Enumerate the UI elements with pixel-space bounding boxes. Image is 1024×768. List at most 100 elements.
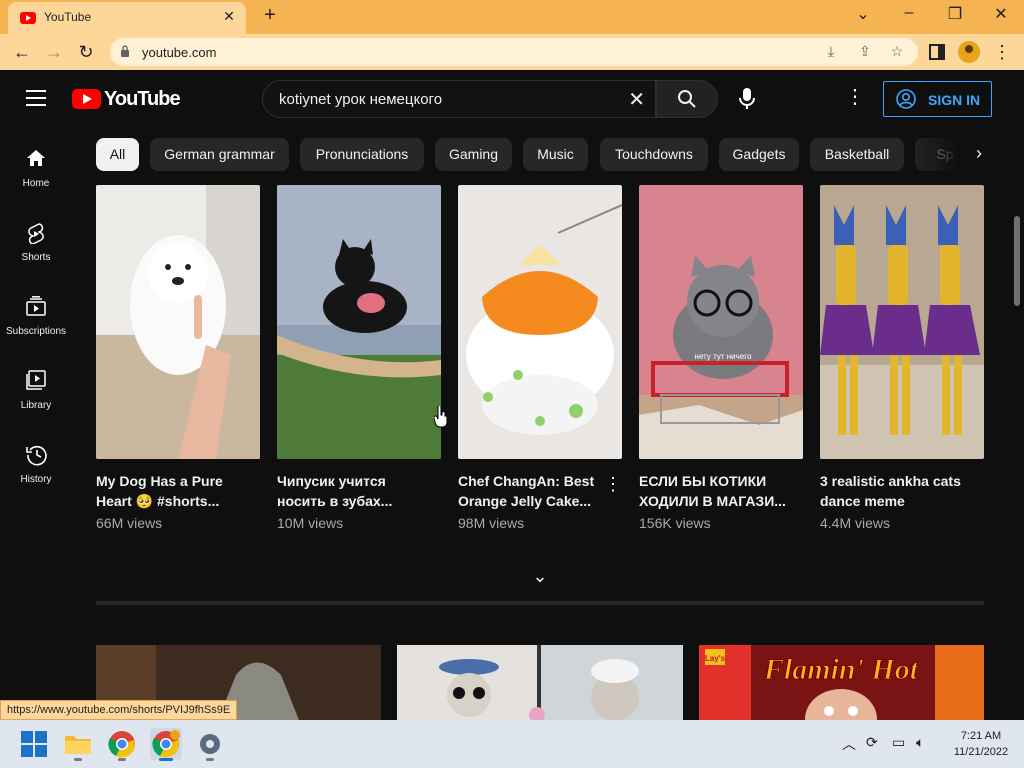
flamin-hot-text: Flamin' Hot <box>763 653 920 686</box>
restore-window-icon[interactable]: ❐ <box>940 4 970 24</box>
sync-status-icon[interactable]: ⟳ <box>866 734 878 751</box>
taskbar-settings[interactable] <box>194 728 226 761</box>
youtube-favicon-icon <box>20 12 36 24</box>
filter-chip-bar: All German grammar Pronunciations Gaming… <box>96 138 996 172</box>
sidebar-item-label: Home <box>22 178 50 189</box>
search-input[interactable]: kotiynet урок немецкого ✕ <box>262 80 656 118</box>
install-app-icon[interactable]: ⤓ <box>822 43 840 61</box>
taskbar-file-explorer[interactable] <box>62 728 94 761</box>
reload-icon[interactable]: ↻ <box>74 40 98 64</box>
shorts-icon <box>28 223 44 244</box>
close-window-icon[interactable]: ✕ <box>986 4 1016 24</box>
short-thumbnail[interactable] <box>96 185 260 459</box>
clock-time: 7:21 AM <box>960 730 1002 742</box>
forward-arrow-icon[interactable]: → <box>42 40 66 64</box>
folder-icon <box>65 736 91 754</box>
taskbar-clock[interactable]: 7:21 AM 11/21/2022 <box>946 728 1016 760</box>
tab-title: YouTube <box>44 10 92 24</box>
sidebar-item-history[interactable]: History <box>0 434 72 504</box>
sidebar-item-label: Library <box>20 400 52 411</box>
short-title[interactable]: 3 realistic ankha cats dance meme <box>820 471 970 511</box>
short-thumbnail[interactable] <box>277 185 441 459</box>
short-item-ankha[interactable]: 3 realistic ankha cats dance meme 4.4M v… <box>820 185 984 531</box>
taskbar-chrome-1[interactable] <box>106 728 138 761</box>
taskbar-chrome-2-active[interactable] <box>150 728 182 761</box>
clear-search-icon[interactable]: ✕ <box>628 87 645 112</box>
page-scrollbar[interactable] <box>1008 126 1024 720</box>
short-item-jelly-cake[interactable]: Chef ChangAn: Best Orange Jelly Cake... … <box>458 185 622 531</box>
browser-tab-youtube[interactable]: YouTube ✕ <box>8 2 246 34</box>
short-title[interactable]: Chef ChangAn: Best Orange Jelly Cake... <box>458 471 608 511</box>
short-views: 98M views <box>458 515 525 531</box>
share-icon[interactable]: ⇪ <box>856 43 874 61</box>
browser-menu-icon[interactable]: ⋮ <box>990 40 1014 64</box>
account-circle-icon <box>896 89 916 109</box>
mini-guide-sidebar: Home Shorts Subscriptions Library Histor… <box>0 126 72 726</box>
short-thumbnail[interactable] <box>820 185 984 459</box>
chip-all[interactable]: All <box>96 138 139 171</box>
chip-pronunciations[interactable]: Pronunciations <box>300 138 424 171</box>
short-item-kitten[interactable]: Чипусик учится носить в зубах... 10M vie… <box>277 185 441 531</box>
subscriptions-icon <box>26 296 46 316</box>
chip-touchdowns[interactable]: Touchdowns <box>600 138 708 171</box>
chrome-icon <box>108 731 135 758</box>
scrollbar-thumb[interactable] <box>1014 216 1020 306</box>
sidebar-item-label: Subscriptions <box>5 326 67 337</box>
hamburger-menu-icon[interactable] <box>26 90 46 106</box>
settings-gear-icon <box>200 734 220 754</box>
sidebar-item-subscriptions[interactable]: Subscriptions <box>0 286 72 356</box>
sidebar-item-library[interactable]: Library <box>0 360 72 430</box>
short-thumbnail[interactable]: нету тут ничего <box>639 185 803 459</box>
video-thumbnail-2[interactable] <box>397 645 683 725</box>
sidebar-item-home[interactable]: Home <box>0 138 72 208</box>
chip-music[interactable]: Music <box>523 138 588 171</box>
short-more-actions-icon[interactable]: ⋮ <box>604 474 622 495</box>
chip-german-grammar[interactable]: German grammar <box>150 138 289 171</box>
browser-tab-strip: YouTube ✕ + ⌄ – ❐ ✕ <box>0 0 1024 34</box>
chevron-right-icon[interactable]: › <box>966 143 992 169</box>
running-indicator <box>74 758 82 761</box>
sign-in-button[interactable]: SIGN IN <box>883 81 992 117</box>
close-tab-icon[interactable]: ✕ <box>220 8 238 25</box>
profile-avatar-icon[interactable] <box>958 41 980 63</box>
short-views: 66M views <box>96 515 163 531</box>
search-button[interactable] <box>656 80 718 118</box>
short-thumbnail[interactable] <box>458 185 622 459</box>
video-thumbnail-image <box>397 645 683 725</box>
short-title[interactable]: ЕСЛИ БЫ КОТИКИ ХОДИЛИ В МАГАЗИ... <box>639 471 789 511</box>
link-status-bubble: https://www.youtube.com/shorts/PVIJ9fhSs… <box>0 700 238 720</box>
logo-wordmark: YouTube <box>104 88 181 110</box>
expand-shorts-chevron-icon[interactable]: ⌄ <box>528 566 552 590</box>
chip-gadgets[interactable]: Gadgets <box>719 138 799 171</box>
short-item-dog[interactable]: My Dog Has a Pure Heart 🥺 #shorts... 66M… <box>96 185 260 531</box>
short-item-cat-shopping[interactable]: нету тут ничего ЕСЛИ БЫ КОТИКИ ХОДИЛИ В … <box>639 185 803 531</box>
voice-search-button[interactable] <box>730 82 764 116</box>
sidebar-item-shorts[interactable]: Shorts <box>0 212 72 282</box>
show-hidden-icons-chevron-icon[interactable]: ︿ <box>842 734 856 754</box>
address-bar[interactable]: youtube.com ⤓ ⇪ ☆ <box>110 38 918 66</box>
section-divider <box>96 601 984 605</box>
start-button[interactable] <box>18 728 50 760</box>
short-title[interactable]: Чипусик учится носить в зубах... <box>277 471 427 511</box>
hand-cursor-icon <box>434 406 448 428</box>
minimize-window-icon[interactable]: – <box>894 4 924 22</box>
volume-icon[interactable]: 🔈︎ <box>916 734 924 751</box>
chip-gaming[interactable]: Gaming <box>435 138 512 171</box>
tab-search-chevron-icon[interactable]: ⌄ <box>848 4 878 24</box>
lock-icon <box>121 45 129 57</box>
new-tab-button[interactable]: + <box>258 4 282 27</box>
network-display-icon[interactable]: ▭ <box>892 734 905 751</box>
short-views: 156K views <box>639 515 711 531</box>
library-icon <box>26 370 46 390</box>
windows-logo-icon <box>21 731 47 757</box>
video-thumbnail-3[interactable]: Lay's Flamin' Hot <box>699 645 984 725</box>
bookmark-star-icon[interactable]: ☆ <box>888 43 906 61</box>
youtube-logo[interactable]: YouTube <box>72 88 181 110</box>
chip-basketball[interactable]: Basketball <box>810 138 904 171</box>
short-title[interactable]: My Dog Has a Pure Heart 🥺 #shorts... <box>96 471 246 511</box>
back-arrow-icon[interactable]: ← <box>10 40 34 64</box>
youtube-masthead: YouTube kotiynet урок немецкого ✕ ⋮ SIGN… <box>0 70 1024 126</box>
side-panel-icon[interactable] <box>929 44 945 60</box>
clock-date: 11/21/2022 <box>953 746 1009 758</box>
settings-more-icon[interactable]: ⋮ <box>845 84 865 114</box>
